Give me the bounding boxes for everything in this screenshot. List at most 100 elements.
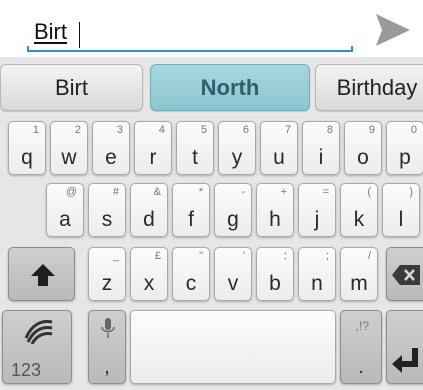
key-j[interactable]: = j <box>298 183 336 237</box>
key-hint: 2 <box>74 124 81 136</box>
comma-label: , <box>104 356 110 378</box>
microphone-icon <box>101 318 115 338</box>
key-hint: 5 <box>200 124 207 136</box>
key-n[interactable]: ; n <box>298 247 336 301</box>
key-hint: 3 <box>116 124 123 136</box>
key-hint: 9 <box>368 124 375 136</box>
key-x[interactable]: £ x <box>130 247 168 301</box>
key-c[interactable]: " c <box>172 247 210 301</box>
key-label: s <box>101 208 113 231</box>
key-label: r <box>149 146 157 169</box>
period-label: . <box>358 356 364 378</box>
enter-icon <box>391 348 418 373</box>
suggestion-north[interactable]: North <box>150 64 310 111</box>
key-hint: £ <box>154 250 161 262</box>
key-g[interactable]: - g <box>214 183 252 237</box>
key-o[interactable]: 9 o <box>344 121 382 175</box>
key-label: g <box>227 208 239 231</box>
key-d[interactable]: & d <box>130 183 168 237</box>
comma-key[interactable]: , <box>88 310 126 384</box>
symbols-key[interactable]: 123 <box>2 310 72 384</box>
key-hint: 0 <box>410 124 417 136</box>
send-icon <box>376 14 410 46</box>
key-hint: & <box>153 186 161 198</box>
symbols-label: 123 <box>10 360 42 380</box>
key-hint: : <box>283 250 287 262</box>
key-s[interactable]: # s <box>88 183 126 237</box>
key-label: b <box>269 272 281 295</box>
key-q[interactable]: 1 q <box>8 121 46 175</box>
message-input[interactable]: Birt <box>27 10 353 54</box>
key-hint: _ <box>112 250 119 262</box>
key-r[interactable]: 4 r <box>134 121 172 175</box>
key-label: t <box>192 146 198 169</box>
suggestion-birthday[interactable]: Birthday <box>315 64 423 111</box>
key-l[interactable]: ) l <box>382 183 420 237</box>
key-t[interactable]: 5 t <box>176 121 214 175</box>
key-u[interactable]: 7 u <box>260 121 298 175</box>
shift-key[interactable] <box>8 247 75 301</box>
period-key[interactable]: ,!? . <box>340 310 382 384</box>
compose-bar: Birt <box>0 0 423 57</box>
key-k[interactable]: ( k <box>340 183 378 237</box>
key-i[interactable]: 8 i <box>302 121 340 175</box>
key-hint: 6 <box>242 124 249 136</box>
key-label: i <box>318 146 324 169</box>
soft-keyboard: Birt North Birthday 1 q 2 w 3 e 4 r 5 t … <box>0 57 423 390</box>
key-hint: 8 <box>326 124 333 136</box>
key-label: l <box>398 208 404 231</box>
key-z[interactable]: _ z <box>88 247 126 301</box>
key-label: m <box>350 272 368 295</box>
text-caret <box>79 22 80 48</box>
key-y[interactable]: 6 y <box>218 121 256 175</box>
key-label: u <box>273 146 285 169</box>
key-label: c <box>185 272 197 295</box>
input-underline <box>27 46 353 52</box>
key-label: n <box>311 272 323 295</box>
key-w[interactable]: 2 w <box>50 121 88 175</box>
key-hint: / <box>367 250 371 262</box>
key-m[interactable]: / m <box>340 247 378 301</box>
key-f[interactable]: * f <box>172 183 210 237</box>
swipe-icon <box>24 320 53 344</box>
suggestion-birt[interactable]: Birt <box>0 64 143 111</box>
enter-key[interactable] <box>386 310 423 384</box>
key-label: f <box>188 208 194 231</box>
key-label: x <box>143 272 155 295</box>
key-label: e <box>105 146 117 169</box>
key-e[interactable]: 3 e <box>92 121 130 175</box>
key-hint: ( <box>367 186 371 198</box>
key-label: p <box>399 146 411 169</box>
key-hint: # <box>112 186 119 198</box>
backspace-key[interactable] <box>386 247 423 301</box>
key-hint: + <box>280 186 287 198</box>
key-label: v <box>227 272 239 295</box>
key-hint: ) <box>409 186 413 198</box>
key-label: d <box>143 208 155 231</box>
key-hint: 1 <box>32 124 39 136</box>
key-label: j <box>314 208 320 231</box>
suggestion-strip: Birt North Birthday <box>0 57 423 117</box>
key-label: k <box>353 208 365 231</box>
key-hint: ' <box>242 250 245 262</box>
key-label: o <box>357 146 369 169</box>
backspace-icon <box>391 265 420 285</box>
key-label: a <box>59 208 71 231</box>
send-button[interactable] <box>374 12 412 48</box>
key-label: q <box>21 146 33 169</box>
key-b[interactable]: : b <box>256 247 294 301</box>
key-label: h <box>269 208 281 231</box>
punctuation-hint: ,!? <box>355 319 369 333</box>
key-hint: ; <box>325 250 329 262</box>
space-key[interactable] <box>130 310 336 384</box>
shift-icon <box>30 264 55 286</box>
suggestion-label: North <box>200 74 260 100</box>
key-h[interactable]: + h <box>256 183 294 237</box>
key-v[interactable]: ' v <box>214 247 252 301</box>
key-p[interactable]: 0 p <box>386 121 423 175</box>
key-a[interactable]: @ a <box>46 183 84 237</box>
key-label: y <box>231 146 243 169</box>
key-label: z <box>101 272 113 295</box>
key-hint: " <box>199 250 203 262</box>
suggestion-label: Birthday <box>336 74 418 100</box>
